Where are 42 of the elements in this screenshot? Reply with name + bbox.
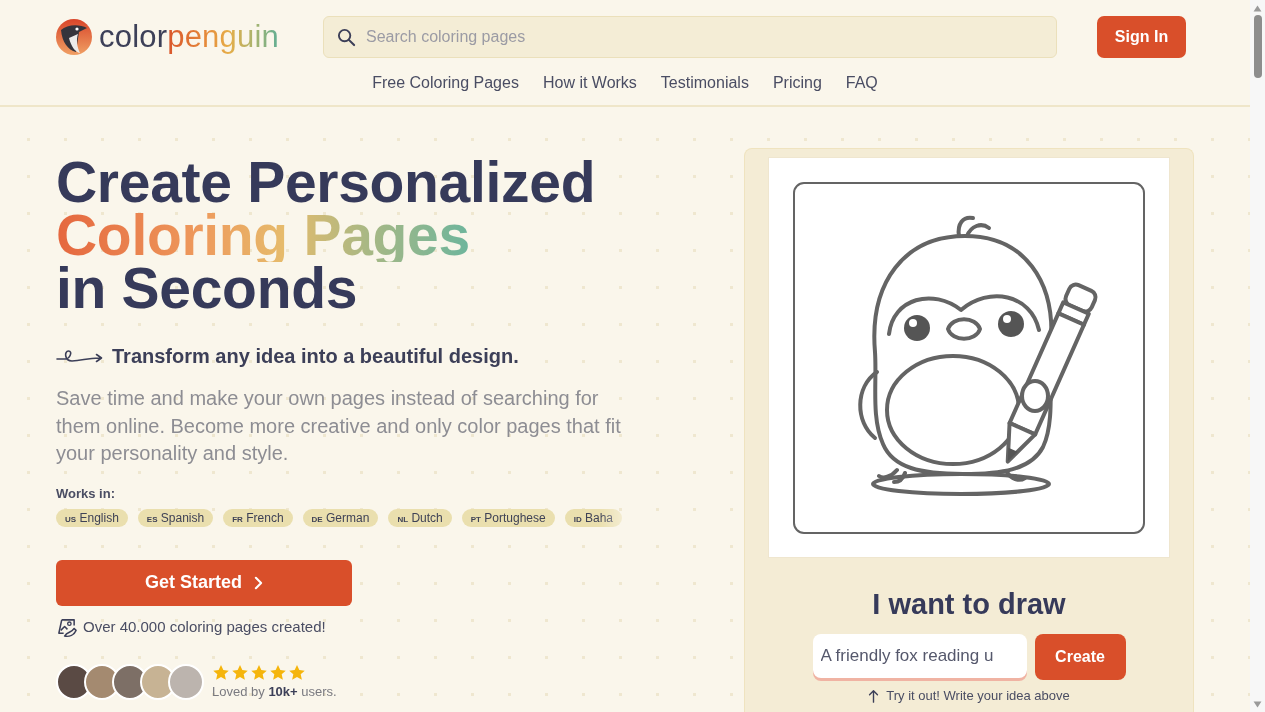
search-field[interactable]: Search coloring pages [323, 16, 1057, 58]
star-icon [250, 663, 268, 682]
rating-caption: Loved by 10k+ users. [212, 683, 337, 700]
hint-text: Try it out! Write your idea above [886, 687, 1070, 704]
works-in-label: Works in: [56, 485, 115, 502]
avatar-icon [168, 663, 204, 700]
language-chip: ID Baha [564, 508, 623, 527]
star-icon [212, 663, 230, 682]
tagline: Transform any idea into a beautiful design. [112, 344, 519, 368]
create-button[interactable]: Create [1034, 634, 1126, 680]
language-chip: ES Spanish [137, 508, 214, 527]
scrollbar-thumb[interactable] [1253, 15, 1262, 78]
scroll-up-icon[interactable] [1253, 5, 1262, 12]
hero-description: Save time and make your own pages instead of searching for them online. Become more creative and only color pages that fit your personality and style. [56, 386, 622, 466]
hero-title: Create Personalized Coloring Pages in Seconds [56, 156, 596, 315]
image-icon [56, 616, 77, 638]
idea-input[interactable]: A friendly fox reading u [812, 634, 1027, 678]
language-chip: NL Dutch [388, 508, 452, 527]
squiggle-arrow-icon [56, 349, 104, 363]
star-icon [288, 663, 306, 682]
get-started-button[interactable]: Get Started [56, 559, 352, 606]
scrollbar[interactable] [1250, 0, 1265, 712]
nav-link[interactable]: Pricing [772, 73, 822, 93]
search-input[interactable]: Search coloring pages [366, 26, 1043, 48]
pages-created-text: Over 40.000 coloring pages created! [83, 617, 326, 637]
penguin-logo-icon[interactable] [56, 19, 92, 55]
nav-link[interactable]: Testimonials [660, 73, 749, 93]
language-chip: FR French [223, 508, 293, 527]
star-icon [269, 663, 287, 682]
scroll-down-icon[interactable] [1253, 701, 1262, 708]
up-arrow-icon [868, 688, 880, 703]
nav-link[interactable]: FAQ [845, 73, 878, 93]
language-chip: PT Portughese [461, 508, 555, 527]
generator-heading: I want to draw [872, 587, 1066, 621]
nav-link[interactable]: How it Works [542, 73, 637, 93]
chevron-right-icon [254, 575, 263, 590]
nav-link[interactable]: Free Coloring Pages [372, 73, 519, 93]
language-chip: US English [56, 508, 128, 527]
language-chip: DE German [302, 508, 379, 527]
search-icon [337, 27, 356, 47]
sign-in-button[interactable]: Sign In [1097, 16, 1186, 58]
star-icon [231, 663, 249, 682]
